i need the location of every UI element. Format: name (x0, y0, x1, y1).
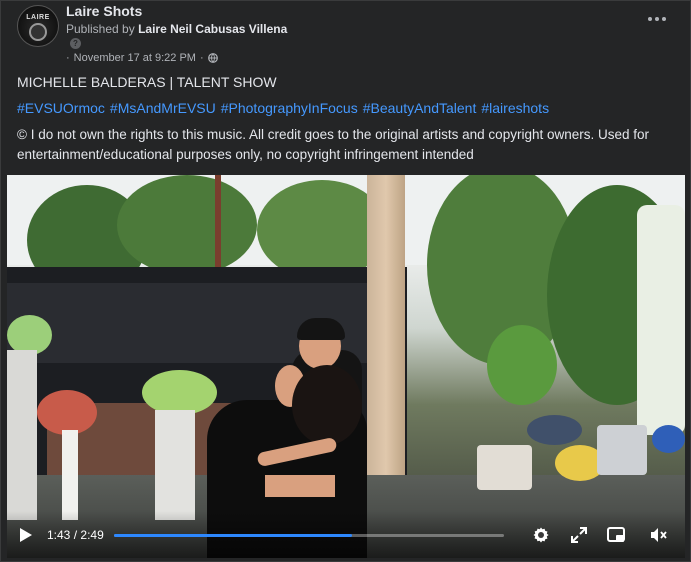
video-display (597, 425, 647, 475)
video-time: 1:43 / 2:49 (47, 528, 104, 542)
post-title: MICHELLE BALDERAS | TALENT SHOW (17, 74, 277, 90)
video-column (155, 410, 195, 520)
post-meta: · November 17 at 9:22 PM · (66, 52, 218, 64)
hashtag-link[interactable]: #PhotographyInFocus (221, 100, 358, 116)
current-time: 1:43 (47, 528, 71, 542)
publisher-name[interactable]: Laire Neil Cabusas Villena (138, 22, 287, 36)
meta-dot: · (66, 52, 70, 64)
meta-dot-2: · (199, 52, 204, 64)
video-flowers (7, 315, 52, 355)
question-icon[interactable]: ? (70, 38, 81, 49)
play-icon[interactable] (20, 528, 32, 542)
video-display (477, 445, 532, 490)
video-flowers (37, 390, 97, 435)
video-flowers (142, 370, 217, 415)
video-column (62, 430, 78, 520)
video-right-flowers (637, 205, 685, 435)
video-player[interactable] (7, 175, 685, 558)
progress-bar[interactable] (114, 534, 504, 537)
video-dancer-female-hair (292, 365, 362, 445)
video-controls: 1:43 / 2:49 (7, 511, 685, 558)
video-column (7, 350, 37, 520)
video-pole (215, 175, 221, 275)
video-bush (487, 325, 557, 405)
volume-muted-icon[interactable] (648, 525, 668, 545)
hashtag-list: #EVSUOrmoc #MsAndMrEVSU #PhotographyInFo… (17, 100, 549, 116)
video-tree (117, 175, 257, 275)
video-umbrella (527, 415, 582, 445)
avatar-logo-text: LAIRE (26, 13, 50, 21)
globe-icon (207, 53, 218, 63)
post-timestamp[interactable]: November 17 at 9:22 PM (74, 52, 196, 64)
more-horizontal-icon[interactable] (646, 9, 668, 29)
published-prefix: Published by (66, 22, 135, 36)
page-name[interactable]: Laire Shots (66, 3, 142, 19)
gear-icon[interactable] (531, 525, 551, 545)
hashtag-link[interactable]: #EVSUOrmoc (17, 100, 105, 116)
page-avatar[interactable]: LAIRE (17, 5, 59, 47)
time-separator: / (73, 528, 78, 542)
video-dancer-male-hair (297, 318, 345, 340)
hashtag-link[interactable]: #MsAndMrEVSU (110, 100, 216, 116)
picture-in-picture-icon[interactable] (606, 525, 626, 545)
camera-icon (29, 22, 47, 41)
progress-fill (114, 534, 352, 537)
expand-icon[interactable] (569, 525, 589, 545)
published-by: Published by Laire Neil Cabusas Villena (66, 22, 287, 36)
video-pillar (367, 175, 405, 475)
duration: 2:49 (80, 528, 104, 542)
post-disclaimer: © I do not own the rights to this music.… (17, 127, 650, 162)
video-dancer-female-midriff (265, 475, 335, 497)
hashtag-link[interactable]: #laireshots (481, 100, 549, 116)
video-umbrella (652, 425, 685, 453)
hashtag-link[interactable]: #BeautyAndTalent (363, 100, 477, 116)
